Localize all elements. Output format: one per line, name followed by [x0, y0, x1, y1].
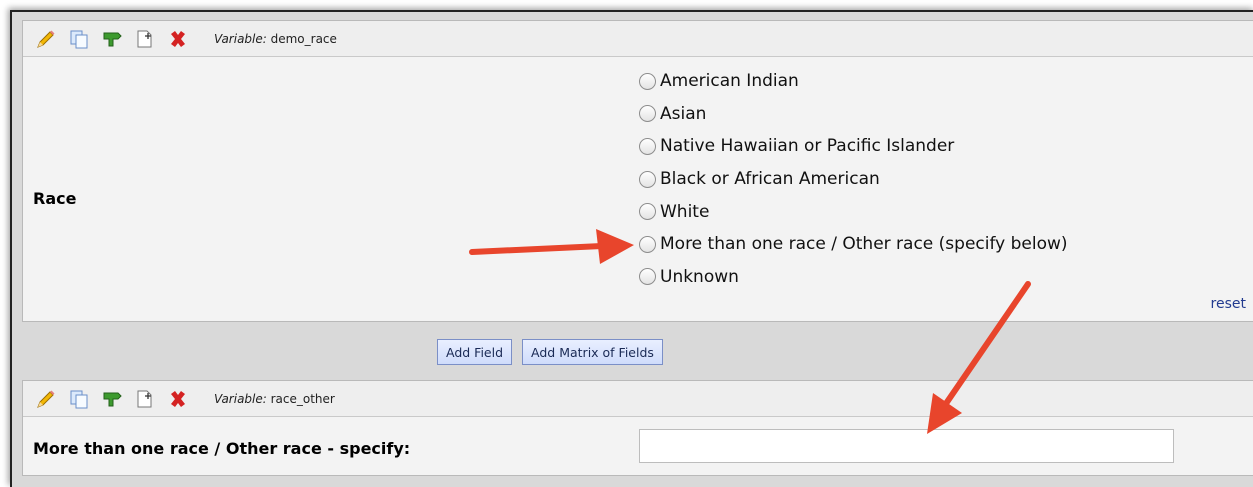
- annotation-arrows: [469, 229, 1031, 434]
- arrow-to-text-input: [927, 281, 1031, 434]
- arrow-to-more-than-one-option: [469, 229, 634, 264]
